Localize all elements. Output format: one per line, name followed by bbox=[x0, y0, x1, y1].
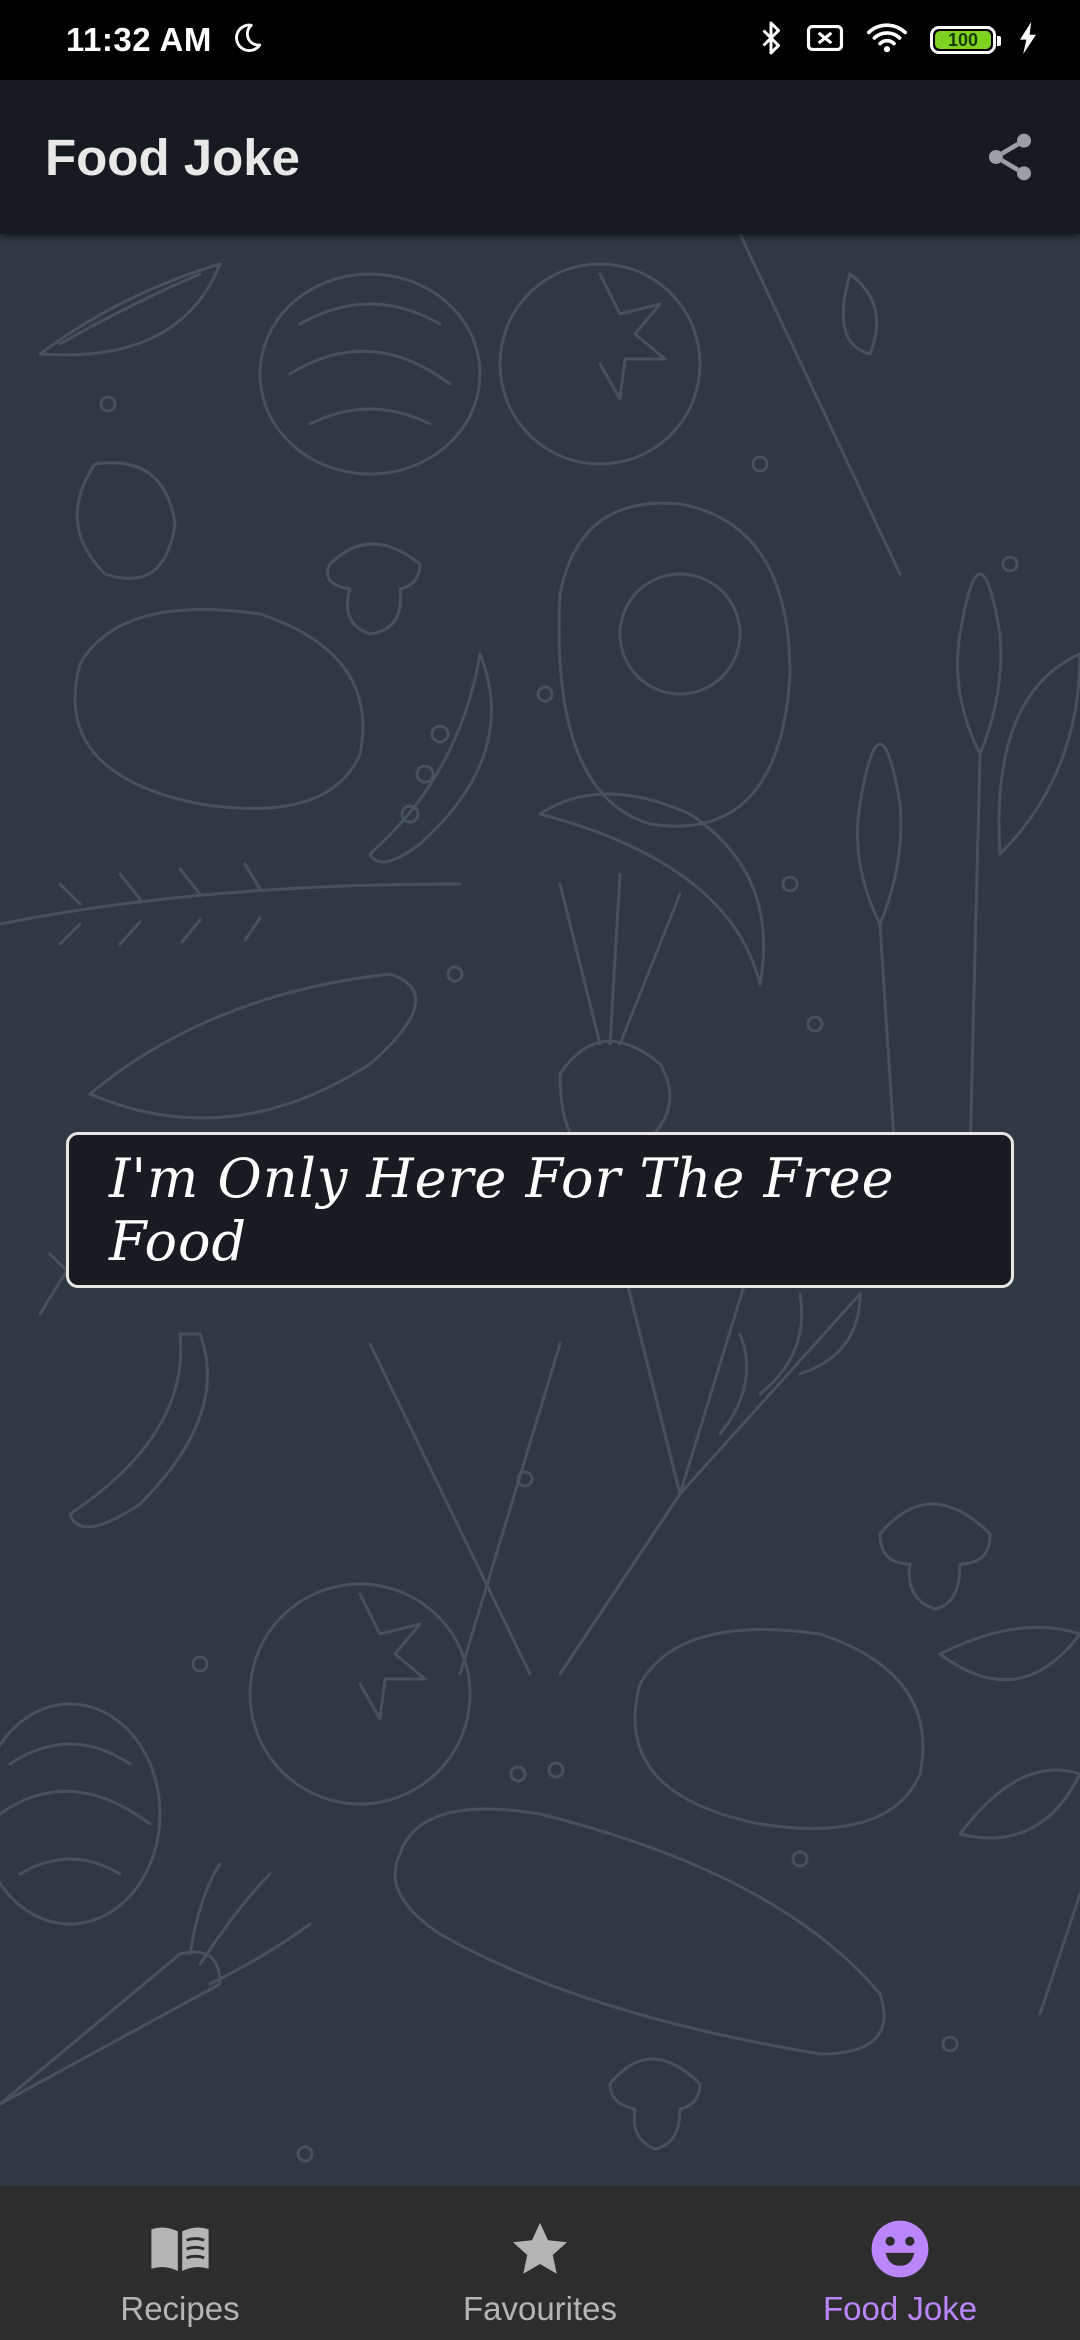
charging-icon bbox=[1018, 21, 1038, 59]
star-icon bbox=[507, 2216, 573, 2282]
battery-icon: 100 bbox=[930, 26, 1001, 54]
book-icon bbox=[147, 2216, 213, 2282]
smiley-icon bbox=[867, 2216, 933, 2282]
app-bar: Food Joke bbox=[0, 80, 1080, 234]
nav-label-favourites: Favourites bbox=[462, 2290, 618, 2327]
joke-card: I'm Only Here For The Free Food bbox=[66, 1132, 1014, 1288]
moon-icon bbox=[230, 21, 264, 60]
wifi-icon bbox=[866, 21, 908, 60]
nav-item-favourites[interactable]: Favourites bbox=[360, 2186, 720, 2340]
no-sim-icon bbox=[806, 24, 844, 57]
battery-level: 100 bbox=[947, 29, 979, 50]
bluetooth-icon bbox=[758, 20, 784, 61]
status-bar: 11:32 AM 100 bbox=[0, 0, 1080, 80]
status-right: 100 bbox=[758, 20, 1038, 61]
share-button[interactable] bbox=[978, 125, 1042, 189]
nav-item-food-joke[interactable]: Food Joke bbox=[720, 2186, 1080, 2340]
share-icon bbox=[989, 133, 1031, 181]
joke-text: I'm Only Here For The Free Food bbox=[109, 1147, 895, 1273]
status-time: 11:32 AM bbox=[66, 21, 212, 58]
nav-label-recipes: Recipes bbox=[120, 2290, 240, 2327]
status-left: 11:32 AM bbox=[66, 21, 264, 60]
nav-label-food-joke: Food Joke bbox=[822, 2290, 978, 2327]
nav-item-recipes[interactable]: Recipes bbox=[0, 2186, 360, 2340]
page-title: Food Joke bbox=[45, 128, 301, 186]
bottom-navigation: Recipes Favourites Food Joke bbox=[0, 2186, 1080, 2340]
joke-content-area: I'm Only Here For The Free Food bbox=[0, 234, 1080, 2186]
